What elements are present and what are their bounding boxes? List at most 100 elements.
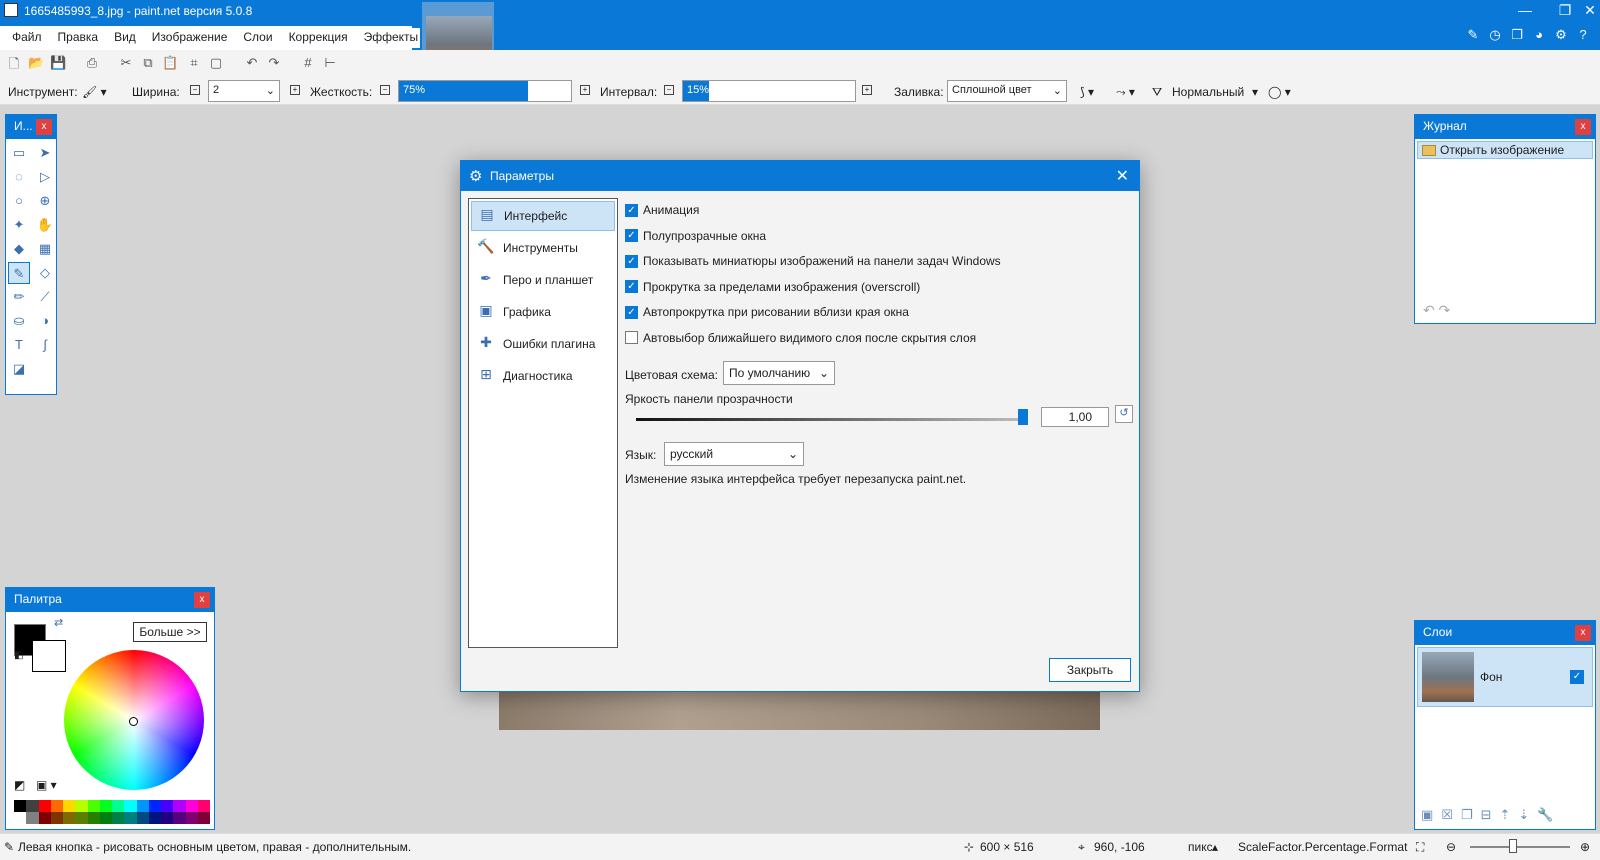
maximize-button[interactable]: ❐ [1545, 2, 1585, 19]
palette-swatch[interactable] [173, 812, 186, 824]
palette-swatch[interactable] [136, 812, 149, 824]
ellipse-select-icon[interactable]: ○ [8, 190, 30, 212]
help-icon[interactable]: ? [1574, 27, 1592, 45]
palette-swatch[interactable] [75, 812, 88, 824]
option-row[interactable]: ✓ Полупрозрачные окна [625, 229, 766, 243]
move-selection-icon[interactable]: ➤ [34, 142, 56, 164]
undo-icon[interactable]: ↶ [244, 55, 260, 71]
zoom-fit-icon[interactable]: ⛶ [1416, 840, 1424, 855]
colors-toggle-icon[interactable]: ◕ [1530, 27, 1548, 45]
palette-swatch[interactable] [38, 800, 51, 812]
palette-swatch[interactable] [99, 800, 112, 812]
antialias-icon[interactable]: ⟆ ▾ [1080, 85, 1094, 99]
palette-swatch[interactable] [197, 812, 210, 824]
hardness-slider[interactable]: 75% [398, 80, 572, 102]
settings-icon[interactable]: ⚙ [1552, 27, 1570, 45]
delete-layer-icon[interactable]: ☒ [1441, 807, 1453, 823]
redo-icon[interactable]: ↷ [1439, 302, 1451, 318]
recolor-icon[interactable]: ◑ [34, 310, 56, 332]
color-scheme-select[interactable]: По умолчанию ⌄ [723, 361, 835, 385]
fill-select[interactable]: Сплошной цвет ⌄ [947, 80, 1067, 102]
palette-swatch[interactable] [112, 800, 125, 812]
width-decrease-button[interactable]: − [190, 85, 200, 95]
palette-swatch[interactable] [124, 800, 137, 812]
reset-colors-icon[interactable]: ◧ [14, 650, 23, 661]
reset-brightness-icon[interactable]: ↺ [1115, 405, 1133, 423]
blend-dropdown-icon[interactable]: ▾ [1252, 85, 1258, 99]
width-increase-button[interactable]: + [290, 85, 300, 95]
palette-swatch[interactable] [87, 812, 100, 824]
grid-icon[interactable]: # [300, 55, 316, 71]
menu-file[interactable]: Файл [4, 28, 50, 48]
alpha-blend-icon[interactable]: ⤳ ▾ [1116, 85, 1135, 100]
clone-stamp-icon[interactable]: ⛀ [8, 310, 30, 332]
brightness-input[interactable]: 1,00 [1041, 407, 1109, 427]
palette-swatch[interactable] [87, 800, 100, 812]
selection-mode-icon[interactable]: ◯ ▾ [1268, 85, 1291, 99]
pencil-icon[interactable]: ✏ [8, 286, 30, 308]
palette-swatch[interactable] [14, 812, 27, 824]
history-item[interactable]: Открыть изображение [1417, 141, 1593, 159]
copy-icon[interactable]: ⧉ [140, 55, 156, 71]
merge-layer-icon[interactable]: ⊟ [1481, 807, 1492, 823]
ruler-icon[interactable]: ⊢ [322, 55, 338, 71]
option-checkbox[interactable]: ✓ [625, 229, 638, 242]
palette-swatch[interactable] [99, 812, 112, 824]
tool-brush-icon[interactable]: 🖌 ▾ [82, 85, 107, 99]
blend-mode-icon[interactable]: ⛛ [1152, 85, 1162, 100]
palette-menu-icon[interactable]: ▣ ▾ [36, 778, 57, 792]
palette-swatch[interactable] [26, 812, 39, 824]
tools-toggle-icon[interactable]: ✎ [1464, 27, 1482, 45]
option-row[interactable]: ✓ Прокрутка за пределами изображения (ove… [625, 280, 920, 294]
units-dropdown-icon[interactable]: ▴ [1212, 840, 1218, 854]
palette-swatch[interactable] [63, 800, 76, 812]
palette-swatch[interactable] [148, 812, 161, 824]
brightness-slider[interactable] [636, 418, 1021, 421]
option-checkbox[interactable] [625, 331, 638, 344]
nav-item-1[interactable]: 🔨 Инструменты [471, 233, 615, 263]
palette-swatch[interactable] [124, 812, 137, 824]
blend-mode-value[interactable]: Нормальный [1172, 85, 1244, 99]
menu-edit[interactable]: Правка [50, 28, 107, 48]
pan-icon[interactable]: ✋ [34, 214, 56, 236]
lasso-icon[interactable]: ◌ [8, 166, 30, 188]
line-curve-icon[interactable]: ∫ [34, 334, 56, 356]
eraser-icon[interactable]: ◇ [34, 262, 56, 284]
option-checkbox[interactable]: ✓ [625, 203, 638, 217]
palette-options-icon[interactable]: ◩ [14, 778, 25, 792]
move-selected-icon[interactable]: ▷ [34, 166, 56, 188]
layer-row[interactable]: Фон ✓ [1417, 647, 1593, 707]
palette-swatch[interactable] [136, 800, 149, 812]
units-label[interactable]: пикс [1188, 840, 1213, 854]
option-row[interactable]: Автовыбор ближайшего видимого слоя после… [625, 331, 976, 345]
menu-image[interactable]: Изображение [144, 28, 236, 48]
open-icon[interactable]: 📂 [28, 55, 44, 71]
tools-panel-close-button[interactable]: x [36, 119, 52, 135]
palette-swatch[interactable] [14, 800, 27, 812]
palette-swatch[interactable] [185, 812, 198, 824]
color-picker-icon[interactable]: ⟋ [34, 286, 56, 308]
palette-swatch[interactable] [50, 812, 63, 824]
layer-visibility-checkbox[interactable]: ✓ [1570, 670, 1584, 684]
text-icon[interactable]: T [8, 334, 30, 356]
magic-wand-icon[interactable]: ✦ [8, 214, 30, 236]
language-select[interactable]: русский ⌄ [664, 442, 804, 466]
option-row[interactable]: ✓ Анимация [625, 203, 699, 217]
move-layer-down-icon[interactable]: ⇣ [1518, 807, 1529, 823]
close-window-button[interactable]: ✕ [1580, 2, 1600, 19]
nav-item-5[interactable]: ⊞ Диагностика [471, 361, 615, 391]
zoom-slider[interactable] [1470, 846, 1570, 848]
brightness-slider-thumb[interactable] [1018, 409, 1028, 425]
add-layer-icon[interactable]: ▣ [1421, 807, 1433, 823]
zoom-out-icon[interactable]: ⊖ [1446, 840, 1456, 854]
paintbrush-icon[interactable]: ✎ [8, 262, 30, 284]
palette-swatch[interactable] [75, 800, 88, 812]
layer-properties-icon[interactable]: 🔧 [1537, 807, 1553, 823]
dialog-close-button[interactable]: Закрыть [1049, 658, 1131, 682]
cut-icon[interactable]: ✂ [118, 55, 134, 71]
duplicate-layer-icon[interactable]: ❐ [1461, 807, 1473, 823]
palette-swatch[interactable] [63, 812, 76, 824]
palette-swatch[interactable] [197, 800, 210, 812]
print-icon[interactable]: ⎙ [84, 55, 100, 71]
paste-icon[interactable]: 📋 [162, 55, 178, 71]
